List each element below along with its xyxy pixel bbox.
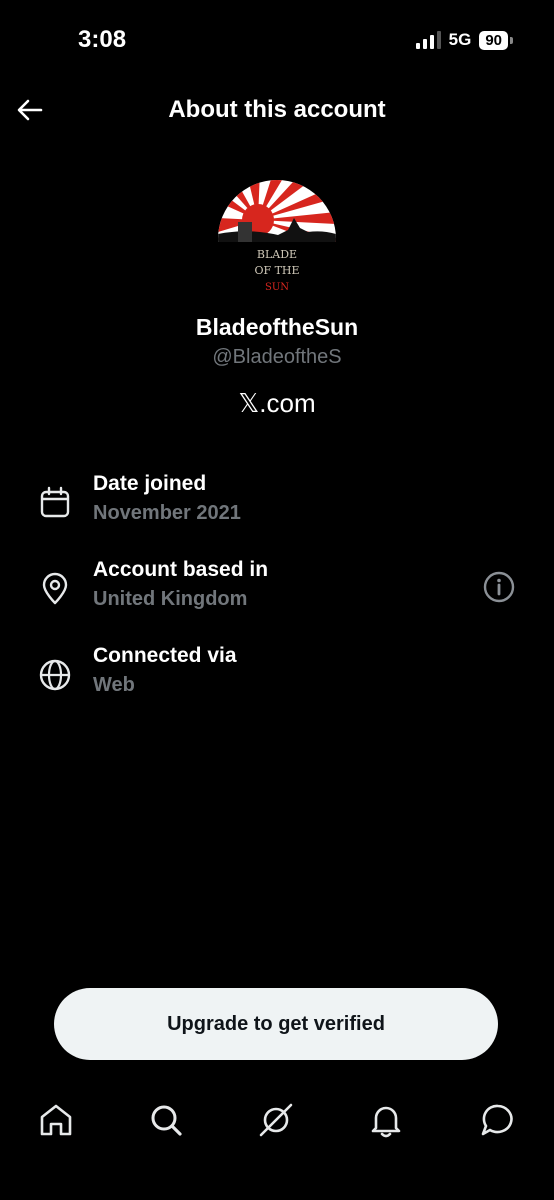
- battery-indicator: 90: [479, 30, 513, 50]
- nav-search[interactable]: [146, 1100, 186, 1140]
- status-time: 3:08: [78, 26, 127, 53]
- nav-grok[interactable]: [256, 1100, 296, 1140]
- connected-via-label: Connected via: [93, 644, 237, 667]
- signal-icon: [415, 31, 441, 49]
- nav-messages[interactable]: [478, 1100, 518, 1140]
- search-icon: [151, 1105, 182, 1136]
- info-row-date-joined: Date joined November 2021: [0, 472, 554, 532]
- bell-icon: [371, 1106, 401, 1138]
- svg-text:SUN: SUN: [265, 282, 289, 293]
- nav-notifications[interactable]: [366, 1100, 406, 1140]
- nav-home[interactable]: [36, 1100, 76, 1140]
- date-joined-value: November 2021: [93, 502, 241, 524]
- location-pin-icon: [42, 572, 68, 605]
- avatar-logo-text: BLADE: [257, 248, 297, 261]
- status-indicators: 5G 90: [415, 30, 513, 50]
- info-button[interactable]: [482, 570, 516, 604]
- display-name: BladeoftheSun: [195, 314, 359, 340]
- connected-via-value: Web: [93, 674, 135, 696]
- info-icon: [483, 571, 515, 603]
- upgrade-to-get-verified-button[interactable]: Upgrade to get verified: [54, 988, 498, 1060]
- svg-text:OF THE: OF THE: [254, 264, 299, 277]
- info-row-account-based-in: Account based in United Kingdom: [0, 558, 554, 618]
- account-handle: @BladeoftheS: [212, 346, 342, 368]
- network-label: 5G: [448, 30, 472, 49]
- account-based-in-label: Account based in: [93, 558, 269, 581]
- about-account-screen: 3:08 5G 90 About this account BLADE OF T…: [0, 0, 554, 1200]
- info-row-connected-via: Connected via Web: [0, 644, 554, 704]
- home-icon: [40, 1104, 72, 1136]
- messages-icon: [481, 1104, 513, 1136]
- account-based-in-value: United Kingdom: [93, 588, 248, 610]
- date-joined-label: Date joined: [93, 472, 207, 495]
- avatar: BLADE OF THE SUN: [218, 180, 336, 298]
- site-label: 𝕏.com: [238, 388, 316, 418]
- globe-icon: [39, 659, 71, 691]
- grok-icon: [259, 1103, 293, 1137]
- calendar-icon: [40, 486, 70, 518]
- page-title: About this account: [168, 96, 386, 123]
